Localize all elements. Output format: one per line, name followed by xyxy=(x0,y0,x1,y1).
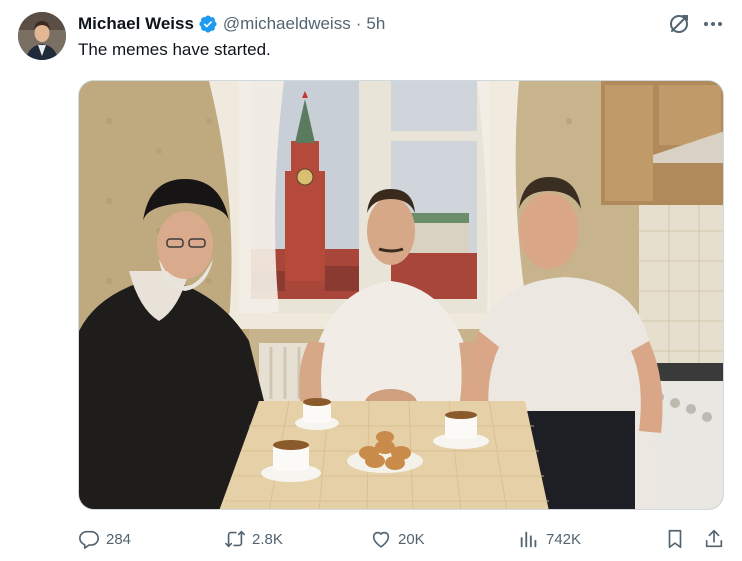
repost-button[interactable]: 2.8K xyxy=(224,526,283,552)
views-icon xyxy=(520,531,537,548)
repost-count: 2.8K xyxy=(252,530,283,548)
verified-badge-icon xyxy=(198,14,218,34)
tweet-timestamp[interactable]: 5h xyxy=(366,14,385,34)
reply-icon xyxy=(79,530,99,549)
repost-icon xyxy=(225,530,245,548)
tweet[interactable]: Michael Weiss @michaeldweiss · 5h The me… xyxy=(0,0,742,561)
like-count: 20K xyxy=(398,530,425,548)
view-count: 742K xyxy=(546,530,582,548)
grok-icon[interactable] xyxy=(666,11,692,37)
tweet-text: The memes have started. xyxy=(78,40,271,59)
action-bar: 284 2.8K 20K 742K xyxy=(78,526,728,552)
author-name[interactable]: Michael Weiss xyxy=(78,14,194,34)
reply-count: 284 xyxy=(106,530,132,548)
bookmark-button[interactable] xyxy=(664,526,686,552)
header-separator: · xyxy=(355,14,362,33)
heart-icon xyxy=(372,531,390,548)
bookmark-icon xyxy=(668,529,682,549)
views-button[interactable]: 742K xyxy=(518,526,581,552)
author-handle[interactable]: @michaeldweiss xyxy=(223,14,351,34)
like-button[interactable]: 20K xyxy=(370,526,425,552)
tweet-header: Michael Weiss @michaeldweiss · 5h xyxy=(78,12,385,36)
avatar[interactable] xyxy=(18,12,66,60)
reply-button[interactable]: 284 xyxy=(78,526,131,552)
tweet-photo[interactable] xyxy=(78,80,724,510)
share-icon xyxy=(705,529,723,548)
more-icon[interactable] xyxy=(700,11,726,37)
share-button[interactable] xyxy=(703,526,725,552)
